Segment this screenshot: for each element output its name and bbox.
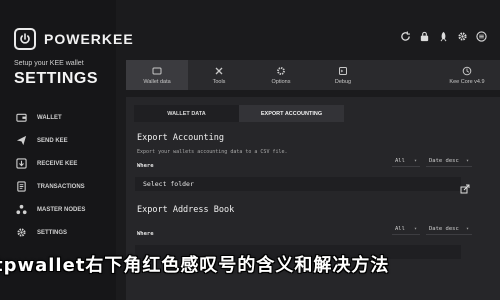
lock-icon[interactable] [418, 30, 431, 43]
chevron-down-icon: ▾ [465, 225, 469, 232]
tab-options[interactable]: Options [250, 60, 312, 90]
sidebar-item-label: SETTINGS [37, 229, 68, 236]
sub-tab-bar: WALLET DATA EXPORT ACCOUNTING [134, 105, 344, 122]
sidebar-item-label: MASTER NODES [37, 206, 86, 213]
chevron-down-icon: ▾ [413, 225, 417, 232]
gear-icon[interactable] [456, 30, 469, 43]
sort-value: Date desc [429, 225, 459, 232]
tab-wallet-data-sub[interactable]: WALLET DATA [134, 105, 239, 122]
chevron-down-icon: ▾ [465, 157, 469, 164]
export-accounting-title: Export Accounting [137, 133, 224, 143]
sidebar-item-label: TRANSACTIONS [37, 183, 85, 190]
tools-icon [214, 66, 224, 76]
tab-wallet-data[interactable]: Wallet data [126, 60, 188, 90]
sidebar-item-send-kee[interactable]: SEND KEE [14, 129, 85, 152]
tab-tools[interactable]: Tools [188, 60, 250, 90]
tab-kee-core[interactable]: Kee Core v4.9 [436, 60, 498, 90]
send-icon [14, 134, 28, 148]
folder-input[interactable]: Select folder [135, 177, 461, 191]
sidebar-item-wallet[interactable]: WALLET [14, 106, 85, 129]
gear-icon [14, 226, 28, 240]
transactions-icon [14, 180, 28, 194]
rocket-icon[interactable] [437, 30, 450, 43]
top-toolbar [399, 30, 488, 43]
wallet-icon [14, 111, 28, 125]
sidebar-nav: WALLET SEND KEE RECEIVE KEE TRANSACTIONS… [14, 106, 85, 244]
debug-icon [338, 66, 348, 76]
tab-empty [374, 60, 436, 90]
filter-value: All [395, 157, 405, 164]
sidebar-item-transactions[interactable]: TRANSACTIONS [14, 175, 85, 198]
sort-value: Date desc [429, 157, 459, 164]
where-label: Where [137, 231, 154, 237]
power-icon [14, 28, 36, 50]
tab-label: Debug [334, 78, 352, 85]
app-tab-bar: Wallet data Tools Options Debug Kee Core… [126, 60, 500, 90]
tab-label: Kee Core v4.9 [449, 78, 485, 85]
sort-select[interactable]: Date desc ▾ [426, 223, 472, 235]
sidebar-item-label: WALLET [37, 114, 62, 121]
tab-label: Options [271, 78, 291, 85]
tab-label: Wallet data [143, 78, 171, 85]
sidebar-item-label: SEND KEE [37, 137, 68, 144]
receive-icon [14, 157, 28, 171]
overlay-caption: tpwallet右下角红色感叹号的含义和解决方法 [0, 250, 500, 278]
where-label: Where [137, 163, 154, 169]
brand-name: POWERKEE [44, 31, 134, 47]
options-icon [276, 66, 286, 76]
export-address-book-title: Export Address Book [137, 205, 235, 215]
sort-select[interactable]: Date desc ▾ [426, 155, 472, 167]
folder-placeholder: Select folder [143, 180, 194, 188]
wallet-data-icon [152, 66, 162, 76]
sidebar-item-master-nodes[interactable]: MASTER NODES [14, 198, 85, 221]
sidebar-item-label: RECEIVE KEE [37, 160, 78, 167]
sync-icon[interactable] [399, 30, 412, 43]
export-accounting-description: Export your wallets accounting data to a… [137, 149, 288, 155]
brand: POWERKEE [14, 26, 134, 52]
chevron-down-icon: ▾ [413, 157, 417, 164]
section-title: SETTINGS [14, 70, 99, 87]
filter-select[interactable]: All ▾ [392, 155, 420, 167]
menu-icon[interactable] [475, 30, 488, 43]
sidebar-item-receive-kee[interactable]: RECEIVE KEE [14, 152, 85, 175]
tab-export-accounting[interactable]: EXPORT ACCOUNTING [239, 105, 344, 122]
kee-core-icon [462, 66, 472, 76]
export-icon[interactable] [460, 179, 470, 194]
sidebar-item-settings[interactable]: SETTINGS [14, 221, 85, 244]
sidebar-subtitle: Setup your KEE wallet [14, 60, 84, 67]
filter-select[interactable]: All ▾ [392, 223, 420, 235]
filter-value: All [395, 225, 405, 232]
nodes-icon [14, 203, 28, 217]
overlay-text: tpwallet右下角红色感叹号的含义和解决方法 [0, 255, 390, 276]
tab-label: Tools [212, 78, 226, 85]
tab-debug[interactable]: Debug [312, 60, 374, 90]
